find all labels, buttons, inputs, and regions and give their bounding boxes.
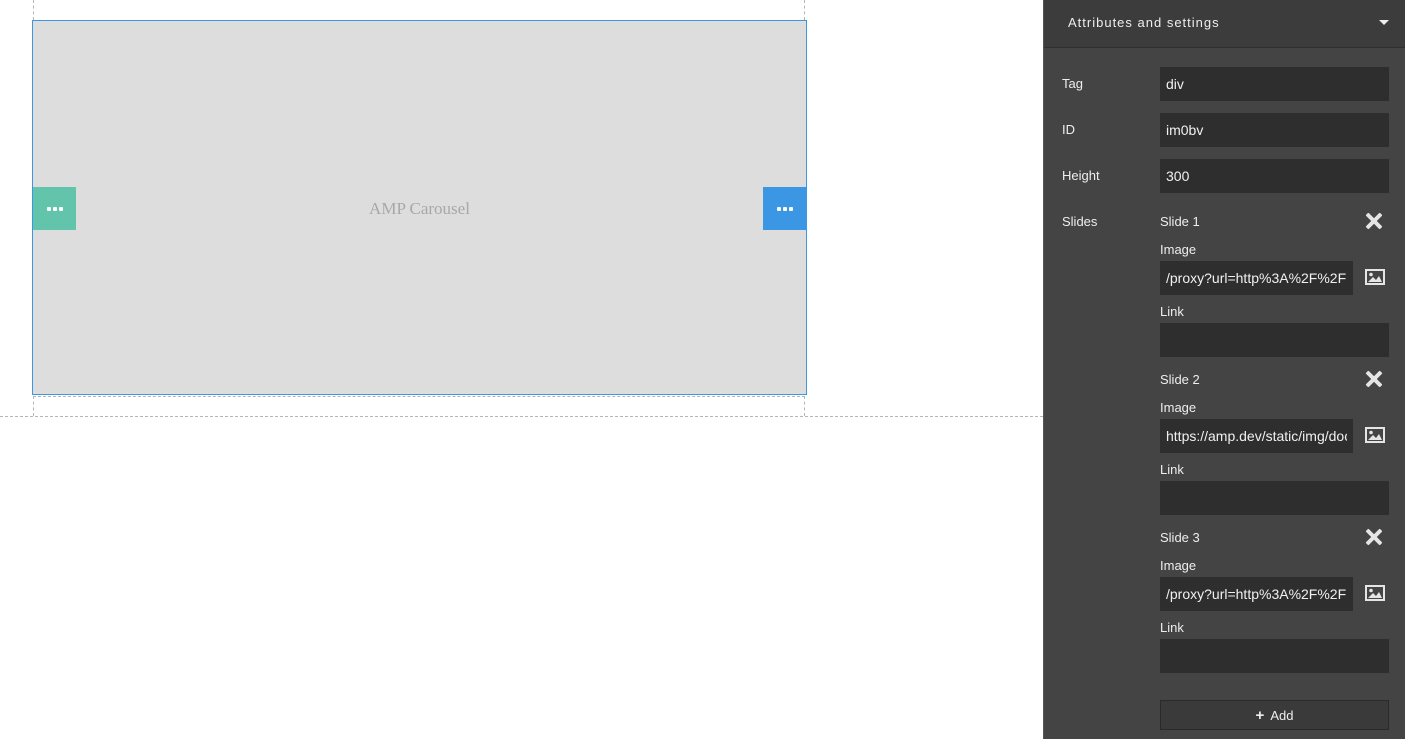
wrapper-outline-top xyxy=(33,0,805,20)
link-label: Link xyxy=(1160,462,1184,477)
add-label: Add xyxy=(1270,707,1294,723)
height-label: Height xyxy=(1062,168,1100,183)
wrapper-outline-bottom xyxy=(33,396,805,416)
carousel-next-button[interactable] xyxy=(763,187,806,230)
slide-image-input[interactable] xyxy=(1160,419,1353,453)
slide-title: Slide 3 xyxy=(1160,530,1200,545)
slide-link-input[interactable] xyxy=(1160,481,1389,515)
plus-icon: + xyxy=(1255,706,1265,724)
id-input[interactable] xyxy=(1160,113,1389,147)
settings-panel: Attributes and settings Tag ID Height Sl… xyxy=(1043,0,1405,739)
amp-carousel-block[interactable]: AMP Carousel xyxy=(32,20,807,395)
more-dots-icon xyxy=(776,206,793,211)
image-label: Image xyxy=(1160,400,1197,415)
image-icon[interactable] xyxy=(1365,269,1385,285)
carousel-placeholder-label: AMP Carousel xyxy=(369,199,470,218)
slide-image-input[interactable] xyxy=(1160,577,1353,611)
editor-canvas[interactable]: AMP Carousel xyxy=(0,0,1043,739)
slide-title: Slide 1 xyxy=(1160,214,1200,229)
caret-down-icon[interactable] xyxy=(1379,20,1389,25)
close-icon[interactable] xyxy=(1365,212,1383,230)
slides-label: Slides xyxy=(1062,214,1098,229)
panel-title: Attributes and settings xyxy=(1068,15,1220,30)
close-icon[interactable] xyxy=(1365,370,1383,388)
image-label: Image xyxy=(1160,242,1197,257)
tag-input[interactable] xyxy=(1160,67,1389,101)
tag-label: Tag xyxy=(1062,76,1083,91)
id-label: ID xyxy=(1062,122,1075,137)
body-outline-line xyxy=(0,416,1043,417)
slide-image-input[interactable] xyxy=(1160,261,1353,295)
close-icon[interactable] xyxy=(1365,528,1383,546)
slide-title: Slide 2 xyxy=(1160,372,1200,387)
link-label: Link xyxy=(1160,620,1184,635)
slide-link-input[interactable] xyxy=(1160,639,1389,673)
image-icon[interactable] xyxy=(1365,585,1385,601)
height-input[interactable] xyxy=(1160,159,1389,193)
slide-link-input[interactable] xyxy=(1160,323,1389,357)
panel-header[interactable]: Attributes and settings xyxy=(1044,0,1405,48)
add-slide-button[interactable]: + Add xyxy=(1160,700,1389,730)
image-label: Image xyxy=(1160,558,1197,573)
image-icon[interactable] xyxy=(1365,427,1385,443)
link-label: Link xyxy=(1160,304,1184,319)
